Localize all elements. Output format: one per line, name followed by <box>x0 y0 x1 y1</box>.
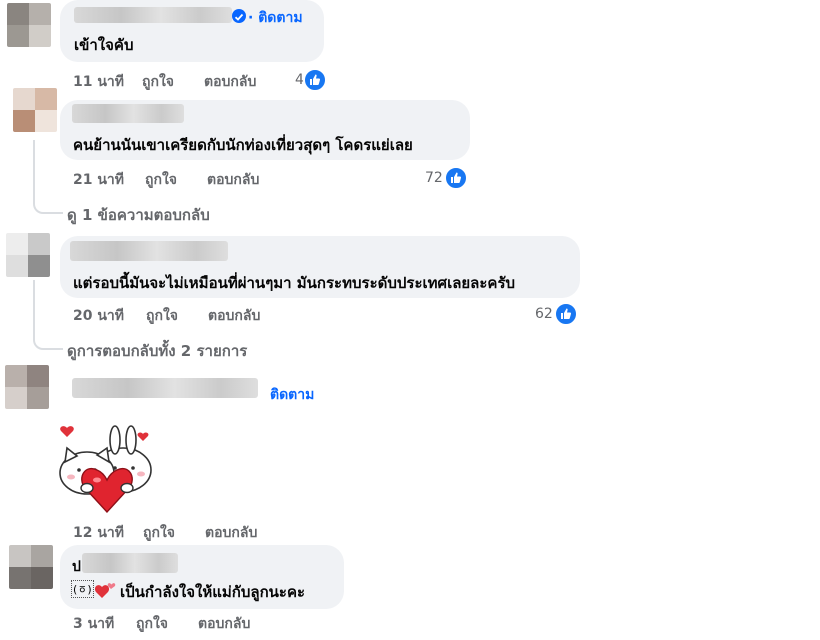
reply-link[interactable]: ตอบกลับ <box>204 71 256 93</box>
view-replies-link[interactable]: ดู 1 ข้อความตอบกลับ <box>67 203 210 227</box>
reply-link[interactable]: ตอบกลับ <box>205 522 257 544</box>
comment-timestamp[interactable]: 3 นาที <box>73 613 114 635</box>
comment-timestamp[interactable]: 11 นาที <box>73 71 124 93</box>
reply-link[interactable]: ตอบกลับ <box>198 613 250 635</box>
commenter-name[interactable] <box>70 241 228 261</box>
commenter-name[interactable] <box>74 7 232 23</box>
avatar[interactable] <box>6 233 50 277</box>
follow-link[interactable]: ติดตาม <box>270 384 314 406</box>
comment-timestamp[interactable]: 20 นาที <box>73 305 124 327</box>
commenter-name[interactable] <box>72 378 258 398</box>
thumbs-up-icon[interactable] <box>444 166 468 190</box>
like-link[interactable]: ถูกใจ <box>143 522 175 544</box>
reaction-count[interactable]: 62 <box>535 306 553 322</box>
verified-badge-icon <box>232 9 246 23</box>
reply-thread-line <box>33 140 63 214</box>
reply-thread-line <box>33 280 63 350</box>
reaction-count[interactable]: 72 <box>425 170 443 186</box>
emoji-prefix: (ㆆ) <box>71 580 94 598</box>
avatar[interactable] <box>9 545 53 589</box>
comment-timestamp[interactable]: 21 นาที <box>73 169 124 191</box>
comment-text: คนย้านนันเขาเครียดกับนักท่องเที่ยวสุดๆ โ… <box>73 136 413 154</box>
follow-link[interactable]: · ติดตาม <box>248 7 303 29</box>
heart-emoji-icon <box>94 582 116 600</box>
avatar[interactable] <box>5 365 49 409</box>
like-link[interactable]: ถูกใจ <box>136 613 168 635</box>
like-link[interactable]: ถูกใจ <box>146 305 178 327</box>
commenter-name[interactable] <box>82 553 178 573</box>
commenter-name[interactable] <box>72 104 184 123</box>
thumbs-up-icon[interactable] <box>303 68 327 92</box>
commenter-name-initial[interactable]: ป <box>72 556 81 578</box>
comment-text: แต่รอบนี้มันจะไม่เหมือนที่ผ่านๆมา มันกระ… <box>73 274 516 292</box>
reply-link[interactable]: ตอบกลับ <box>207 169 259 191</box>
avatar[interactable] <box>7 3 51 47</box>
like-link[interactable]: ถูกใจ <box>145 169 177 191</box>
like-link[interactable]: ถูกใจ <box>142 71 174 93</box>
comment-timestamp[interactable]: 12 นาที <box>73 522 124 544</box>
reply-link[interactable]: ตอบกลับ <box>208 305 260 327</box>
view-replies-link[interactable]: ดูการตอบกลับทั้ง 2 รายการ <box>67 339 247 363</box>
avatar[interactable] <box>13 88 57 132</box>
thumbs-up-icon[interactable] <box>554 302 578 326</box>
comment-text: เป็นกำลังใจให้แม่กับลูกนะคะ <box>120 583 306 601</box>
cat-bunny-heart-sticker[interactable] <box>55 418 159 514</box>
comment-text: เข้าใจคับ <box>74 36 134 54</box>
